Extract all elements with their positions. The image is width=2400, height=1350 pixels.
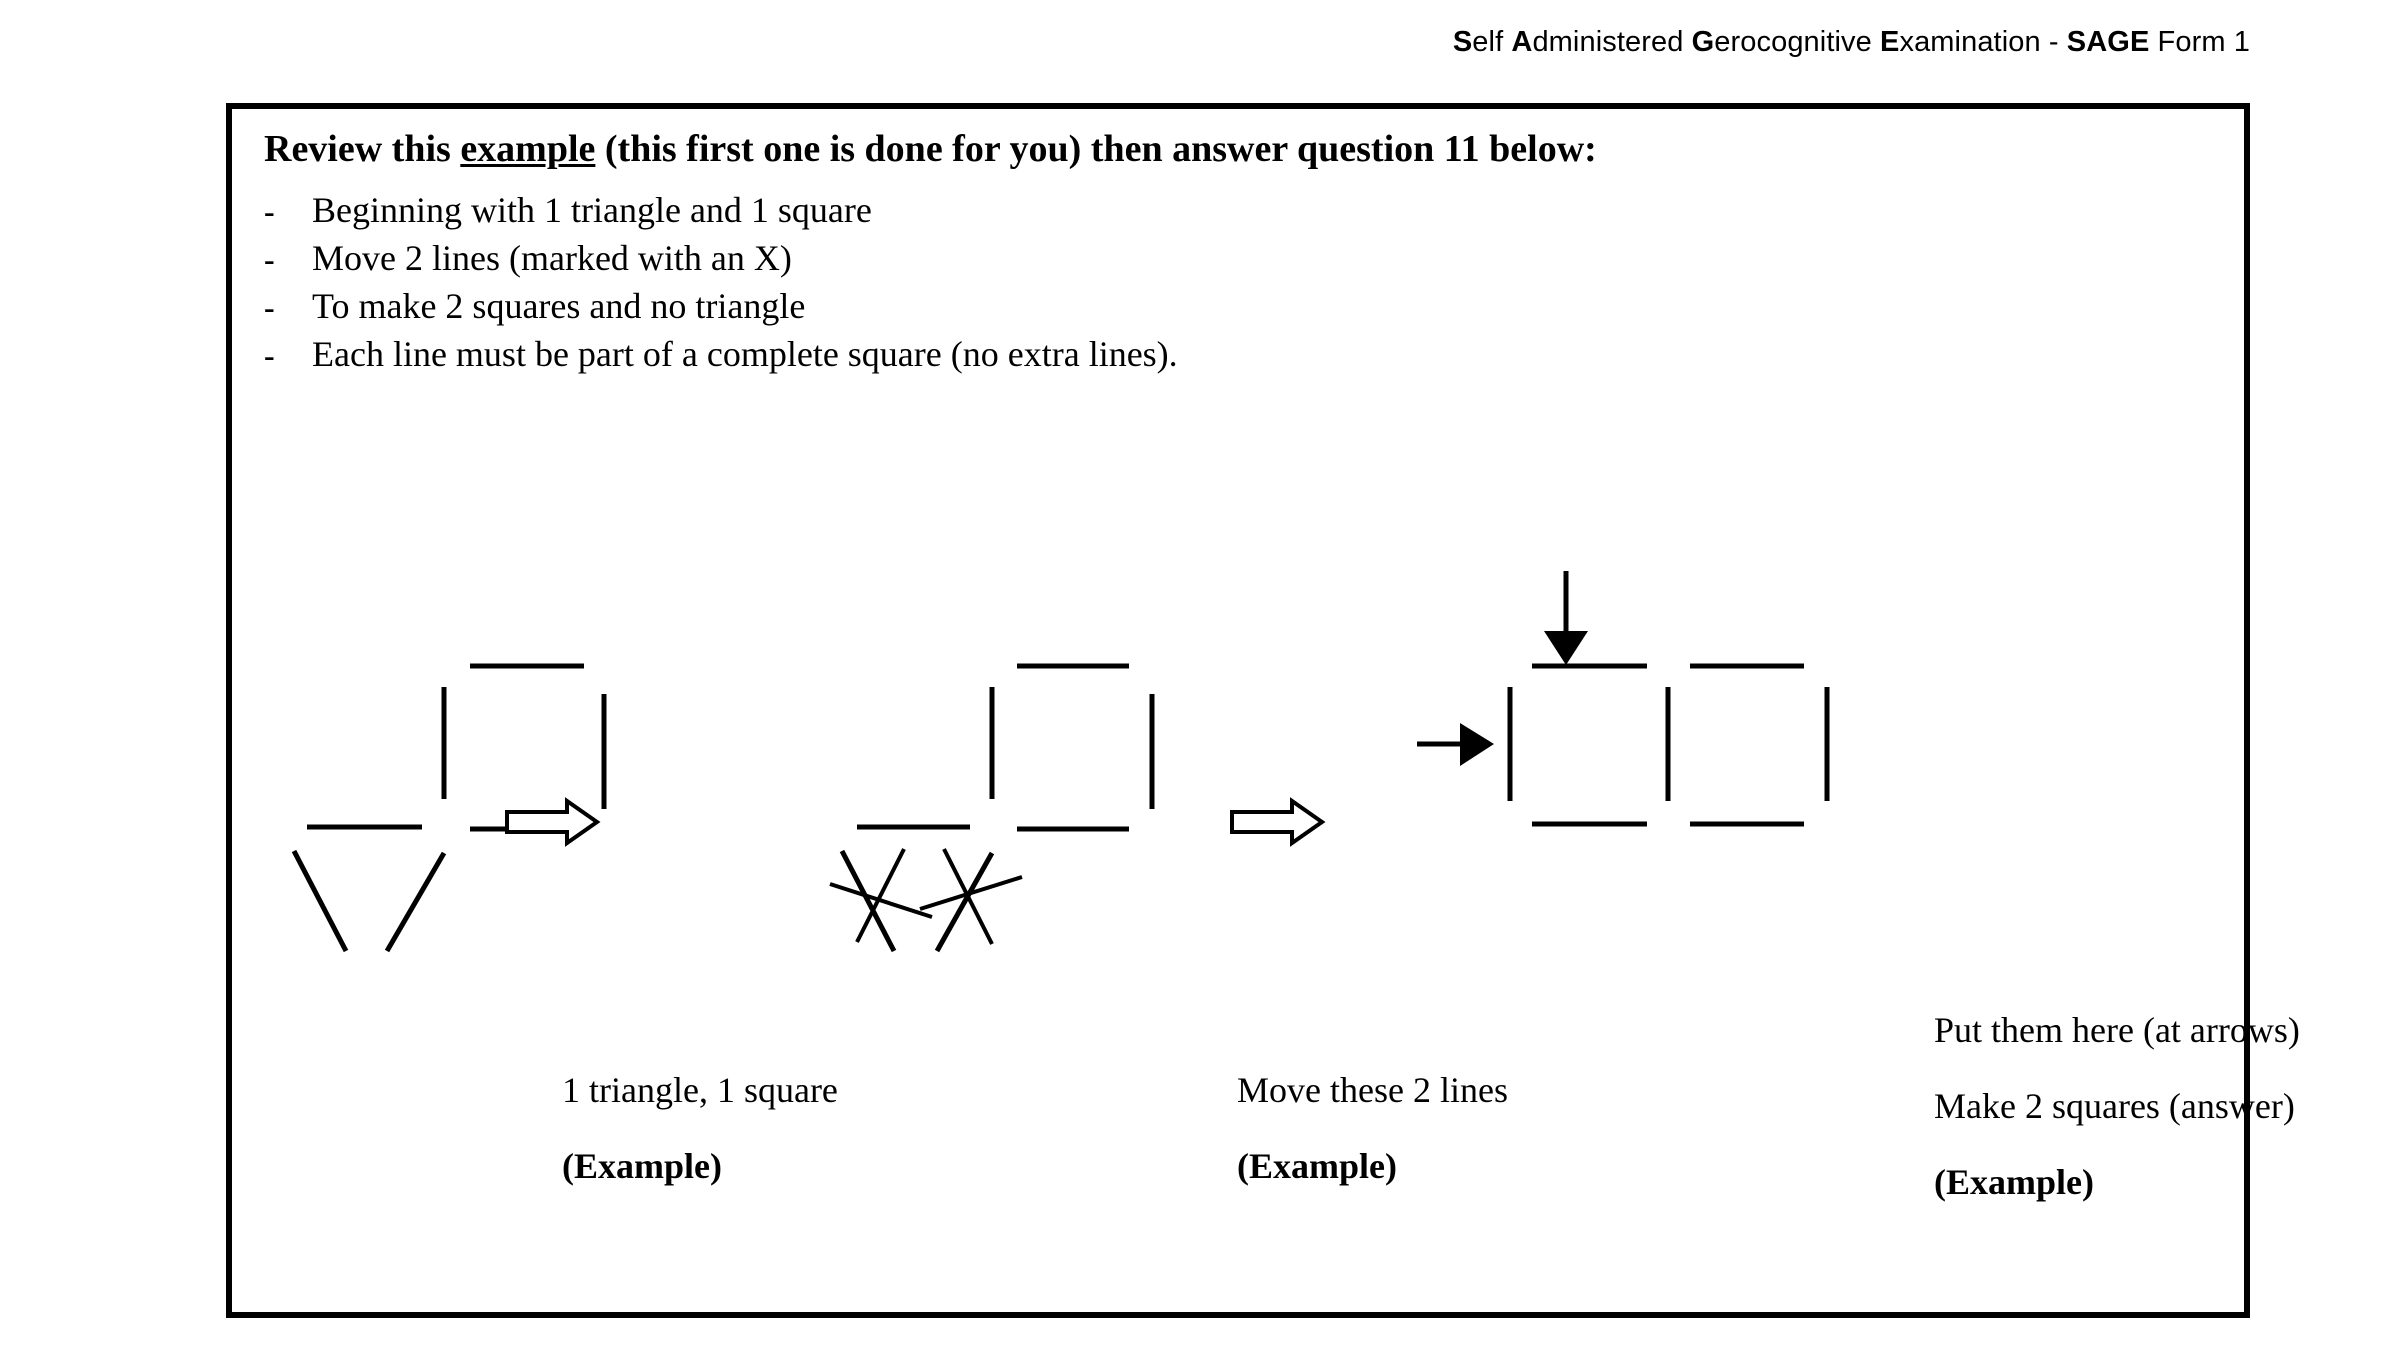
list-item: - Beginning with 1 triangle and 1 square	[264, 189, 1964, 237]
stage2-x-mark-left	[829, 848, 933, 943]
header-part-sage: SAGE	[2066, 26, 2150, 58]
caption-stage1-example: (Example)	[562, 1146, 722, 1186]
bullet-marker-icon: -	[264, 289, 275, 325]
bullet-marker-icon: -	[264, 193, 275, 229]
transition-arrow-1-icon	[505, 797, 601, 847]
stage2-triangle-right-diag	[934, 851, 995, 953]
caption-stage3-arrow-note: Put them here (at arrows)	[1934, 1010, 2300, 1050]
header-part: erocognitive	[1714, 26, 1881, 58]
figure-stage1	[291, 663, 607, 953]
caption-stage2: Move these 2 lines (Example)	[1237, 1069, 1508, 1187]
page-header: Self Administered Gerocognitive Examinat…	[1453, 26, 2250, 59]
header-part: dministered	[1532, 26, 1692, 58]
caption-stage3-text: Make 2 squares (answer)	[1934, 1086, 2295, 1126]
stage3-pointer-down-icon	[1544, 571, 1588, 665]
transition-arrow-2-icon	[1230, 797, 1326, 847]
title-underlined-word: example	[460, 128, 596, 170]
list-item: - Move 2 lines (marked with an X)	[264, 237, 1964, 285]
header-part: A	[1511, 26, 1533, 58]
stage2-x-mark-right	[919, 848, 1023, 945]
caption-stage2-example: (Example)	[1237, 1146, 1397, 1186]
figure-stage2	[829, 663, 1155, 953]
title-after: (this first one is done for you) then an…	[595, 128, 1597, 170]
header-part: S	[1452, 26, 1473, 58]
header-part: G	[1691, 26, 1715, 58]
list-item-label: Move 2 lines (marked with an X)	[312, 238, 792, 278]
bullet-marker-icon: -	[264, 241, 275, 277]
list-item-label: To make 2 squares and no triangle	[312, 286, 806, 326]
stage3-pointer-right-icon	[1417, 723, 1494, 766]
caption-stage2-text: Move these 2 lines	[1237, 1070, 1508, 1110]
caption-stage1-text: 1 triangle, 1 square	[562, 1070, 838, 1110]
header-part: E	[1880, 26, 1900, 58]
header-part-form: Form 1	[2149, 26, 2250, 58]
list-item-label: Beginning with 1 triangle and 1 square	[312, 190, 872, 230]
title-before: Review this	[264, 128, 461, 170]
caption-stage3-example: (Example)	[1934, 1162, 2094, 1202]
stage1-triangle-right-diag	[384, 851, 447, 953]
list-item: - Each line must be part of a complete s…	[264, 333, 1964, 381]
list-item: - To make 2 squares and no triangle	[264, 285, 1964, 333]
list-item-label: Each line must be part of a complete squ…	[312, 334, 1178, 374]
stage2-triangle-left-diag	[839, 849, 897, 953]
instruction-list: - Beginning with 1 triangle and 1 square…	[264, 189, 1964, 381]
bullet-marker-icon: -	[264, 337, 275, 373]
header-part: xamination -	[1899, 26, 2067, 58]
figure-stage3	[1507, 663, 1830, 827]
caption-stage1: 1 triangle, 1 square (Example)	[562, 1069, 838, 1187]
question-frame: Review this example (this first one is d…	[226, 103, 2300, 1318]
caption-stage3: Put them here (at arrows) Make 2 squares…	[1934, 1009, 2300, 1203]
stage1-triangle-left-diag	[291, 849, 349, 953]
page-title: Review this example (this first one is d…	[264, 127, 1597, 171]
header-part: elf	[1472, 26, 1512, 58]
